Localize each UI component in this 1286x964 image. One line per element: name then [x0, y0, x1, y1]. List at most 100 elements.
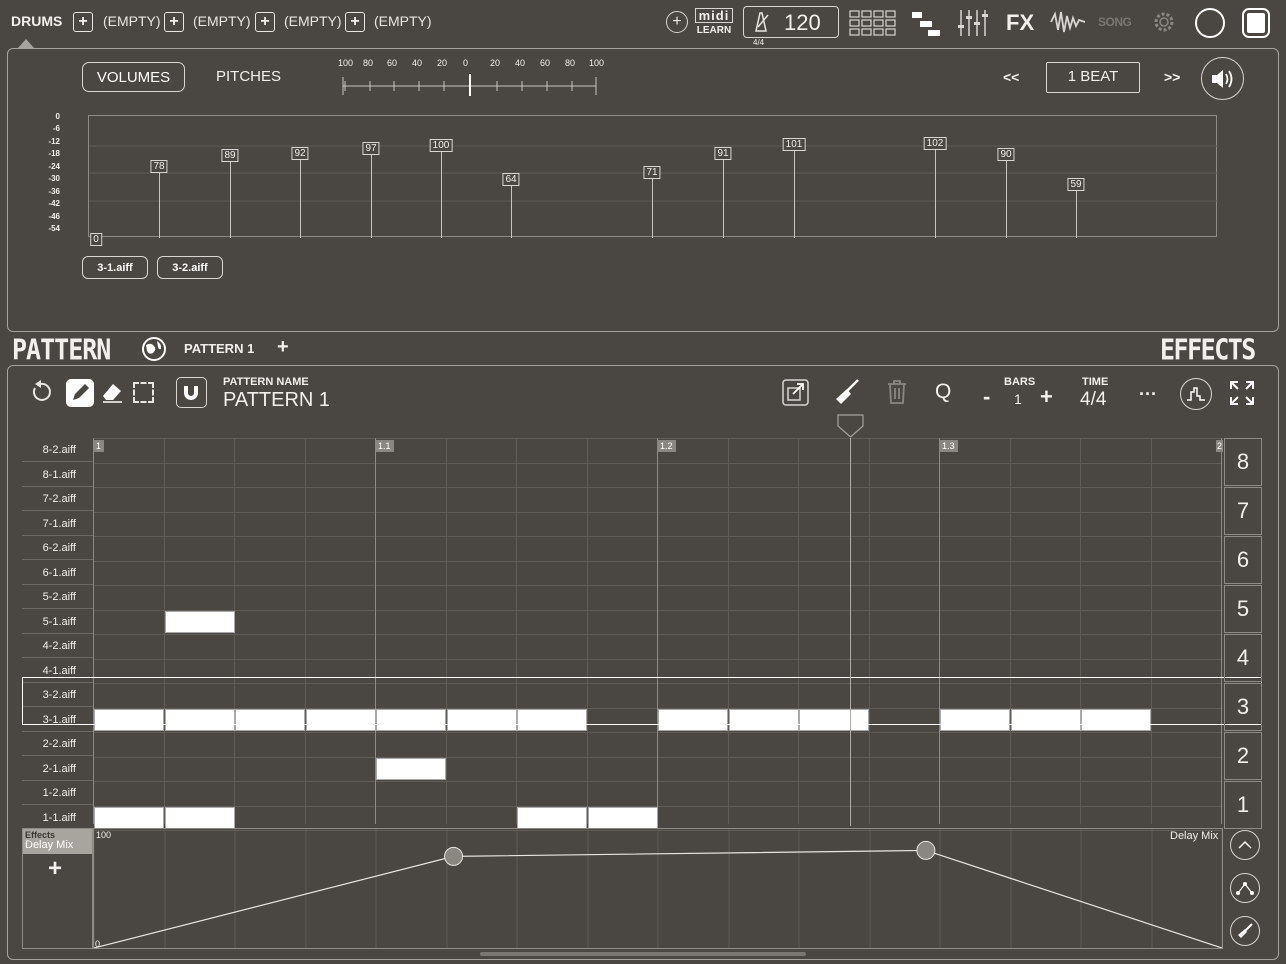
velocity-label[interactable]: 0	[90, 233, 102, 246]
humanize-button[interactable]	[1180, 378, 1212, 410]
drum-pad-button[interactable]: 7	[1224, 487, 1262, 535]
clear-broom-icon[interactable]	[832, 377, 862, 407]
slot-4-label[interactable]: (EMPTY)	[374, 13, 432, 29]
automation-clear-button[interactable]	[1230, 916, 1260, 946]
eraser-icon[interactable]	[100, 380, 124, 404]
velocity-stem[interactable]	[159, 166, 160, 238]
bars-minus-button[interactable]: -	[983, 384, 990, 410]
velocity-label[interactable]: 92	[291, 147, 309, 160]
note-block[interactable]	[165, 611, 235, 633]
prev-beat-button[interactable]: <<	[1003, 69, 1019, 85]
sample-button-3-1[interactable]: 3-1.aiff	[82, 256, 148, 279]
velocity-stem[interactable]	[652, 172, 653, 238]
velocity-label[interactable]: 102	[923, 137, 947, 150]
velocity-label[interactable]: 100	[429, 139, 453, 152]
note-block[interactable]	[517, 807, 587, 829]
quantize-button[interactable]: Q	[935, 380, 951, 404]
tab-pitches[interactable]: PITCHES	[216, 68, 281, 85]
velocity-stem[interactable]	[230, 155, 231, 238]
pad-grid-icon[interactable]	[849, 10, 897, 36]
row-label[interactable]: 5-2.aiff	[22, 585, 93, 609]
velocity-stem[interactable]	[723, 153, 724, 238]
instrument-title[interactable]: DRUMS	[11, 13, 62, 29]
row-label[interactable]: 2-2.aiff	[22, 732, 93, 756]
fullscreen-icon[interactable]	[1229, 380, 1255, 406]
drum-pad-button[interactable]: 5	[1224, 585, 1262, 633]
row-label[interactable]: 7-2.aiff	[22, 487, 93, 511]
velocity-label[interactable]: 97	[362, 142, 380, 155]
snap-magnet-button[interactable]	[176, 377, 207, 408]
add-circle-icon[interactable]: +	[666, 11, 688, 33]
fx-button[interactable]: FX	[1006, 10, 1034, 36]
velocity-stem[interactable]	[511, 179, 512, 238]
velocity-label[interactable]: 71	[643, 166, 661, 179]
drum-pad-button[interactable]: 2	[1224, 732, 1262, 780]
playhead-handle[interactable]	[837, 414, 864, 438]
pattern-name-value[interactable]: PATTERN 1	[223, 389, 330, 412]
export-icon[interactable]	[781, 378, 810, 407]
note-block[interactable]	[588, 807, 658, 829]
row-label[interactable]: 4-2.aiff	[22, 634, 93, 658]
time-signature-value[interactable]: 4/4	[1080, 389, 1106, 411]
velocity-label[interactable]: 91	[714, 147, 732, 160]
note-block[interactable]	[165, 807, 235, 829]
automation-node[interactable]	[444, 846, 464, 866]
tab-volumes[interactable]: VOLUMES	[82, 62, 185, 92]
pitch-slider[interactable]: 100 80 60 40 20 0 20 40 60 80 100	[336, 58, 608, 98]
velocity-stem[interactable]	[935, 143, 936, 238]
automation-lane[interactable]: 100 0 Delay Mix	[93, 828, 1223, 949]
record-button[interactable]	[1195, 8, 1225, 38]
automation-curve-button[interactable]	[1230, 873, 1260, 903]
bars-plus-button[interactable]: +	[1040, 384, 1053, 410]
velocity-stem[interactable]	[441, 145, 442, 238]
next-beat-button[interactable]: >>	[1164, 69, 1180, 85]
add-slot-4-button[interactable]: +	[345, 12, 365, 32]
pencil-tool-button[interactable]	[66, 379, 94, 407]
velocity-label[interactable]: 78	[150, 160, 168, 173]
slot-2-label[interactable]: (EMPTY)	[193, 13, 251, 29]
note-block[interactable]	[94, 807, 164, 829]
velocity-stem[interactable]	[371, 148, 372, 238]
automation-node[interactable]	[916, 840, 936, 860]
drum-pad-button[interactable]: 4	[1224, 634, 1262, 682]
more-options-button[interactable]: ···	[1139, 384, 1157, 405]
settings-gear-icon[interactable]	[1151, 9, 1177, 35]
drum-pad-button[interactable]: 8	[1224, 438, 1262, 486]
drum-pad-button[interactable]: 1	[1224, 781, 1262, 829]
add-pattern-button[interactable]: +	[277, 336, 289, 359]
pattern-globe-icon[interactable]	[141, 336, 167, 362]
velocity-stem[interactable]	[300, 153, 301, 238]
song-button[interactable]: SONG	[1098, 15, 1132, 29]
waveform-icon[interactable]	[1050, 10, 1086, 34]
add-automation-button[interactable]: +	[48, 855, 62, 883]
row-label[interactable]: 8-1.aiff	[22, 463, 93, 487]
undo-icon[interactable]	[29, 380, 53, 404]
slot-3-label[interactable]: (EMPTY)	[284, 13, 342, 29]
velocity-label[interactable]: 64	[502, 173, 520, 186]
velocity-label[interactable]: 89	[221, 149, 239, 162]
midi-learn-button[interactable]: midi LEARN	[695, 8, 733, 44]
note-block[interactable]	[376, 758, 446, 780]
slot-1-label[interactable]: (EMPTY)	[103, 13, 161, 29]
velocity-stem[interactable]	[794, 144, 795, 238]
automation-header[interactable]: Effects Delay Mix	[23, 829, 92, 854]
piano-roll-icon[interactable]	[910, 10, 942, 38]
add-slot-2-button[interactable]: +	[164, 12, 184, 32]
select-tool-icon[interactable]	[133, 382, 154, 403]
stop-button[interactable]	[1242, 8, 1270, 38]
velocity-label[interactable]: 90	[997, 148, 1015, 161]
trash-icon[interactable]	[886, 379, 908, 405]
sample-button-3-2[interactable]: 3-2.aiff	[157, 256, 223, 279]
row-label[interactable]: 1-2.aiff	[22, 781, 93, 805]
velocity-stem[interactable]	[1076, 184, 1077, 238]
velocity-chart[interactable]: 0 78 89 92 97 100 64 71 91 101 102 90 59	[88, 115, 1218, 246]
row-label[interactable]: 7-1.aiff	[22, 512, 93, 536]
row-label[interactable]: 2-1.aiff	[22, 757, 93, 781]
mixer-icon[interactable]	[956, 8, 990, 38]
add-slot-3-button[interactable]: +	[255, 12, 275, 32]
row-label[interactable]: 1-1.aiff	[22, 806, 93, 830]
automation-up-button[interactable]	[1230, 830, 1260, 860]
tempo-box[interactable]: 120	[743, 6, 839, 38]
row-label[interactable]: 8-2.aiff	[22, 438, 93, 462]
velocity-label[interactable]: 59	[1067, 178, 1085, 191]
